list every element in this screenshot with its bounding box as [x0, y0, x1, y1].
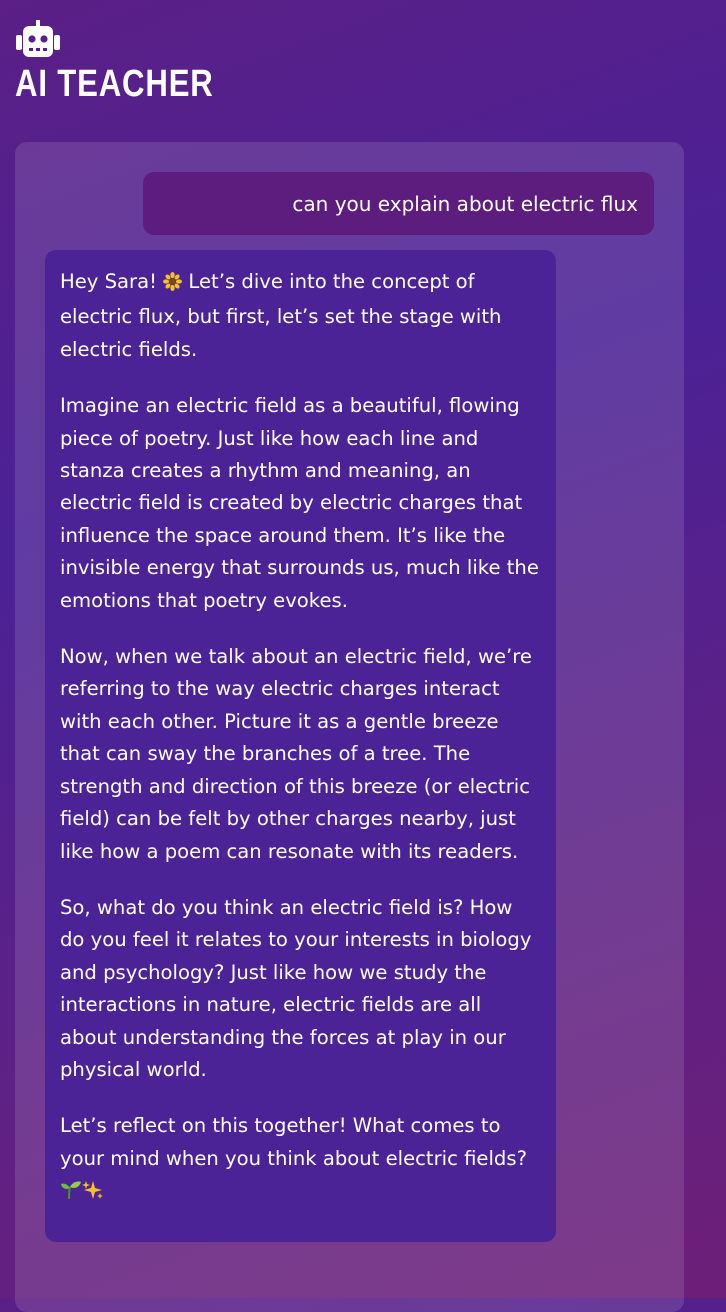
sunflower-icon [163, 269, 183, 301]
ai-message-bubble: Hey Sara! Let’s dive into the concept of… [45, 250, 556, 1242]
sparkles-icon [82, 1178, 104, 1210]
seedling-icon [60, 1178, 82, 1210]
user-message-bubble: can you explain about electric flux [143, 172, 654, 235]
user-message-text: can you explain about electric flux [292, 191, 638, 216]
ai-paragraph: Hey Sara! Let’s dive into the concept of… [60, 266, 542, 366]
app-header [15, 20, 61, 58]
ai-paragraph: Let’s reflect on this together! What com… [60, 1110, 542, 1210]
ai-paragraph: So, what do you think an electric field … [60, 895, 532, 1081]
app-title: AI TEACHER [15, 63, 214, 105]
robot-icon [16, 20, 60, 57]
ai-paragraph: Imagine an electric field as a beautiful… [60, 394, 539, 612]
ai-paragraph-text: Let’s reflect on this together! What com… [60, 1114, 527, 1170]
ai-paragraph: Now, when we talk about an electric fiel… [60, 645, 532, 863]
ai-paragraph-text: Hey Sara! [60, 270, 164, 293]
